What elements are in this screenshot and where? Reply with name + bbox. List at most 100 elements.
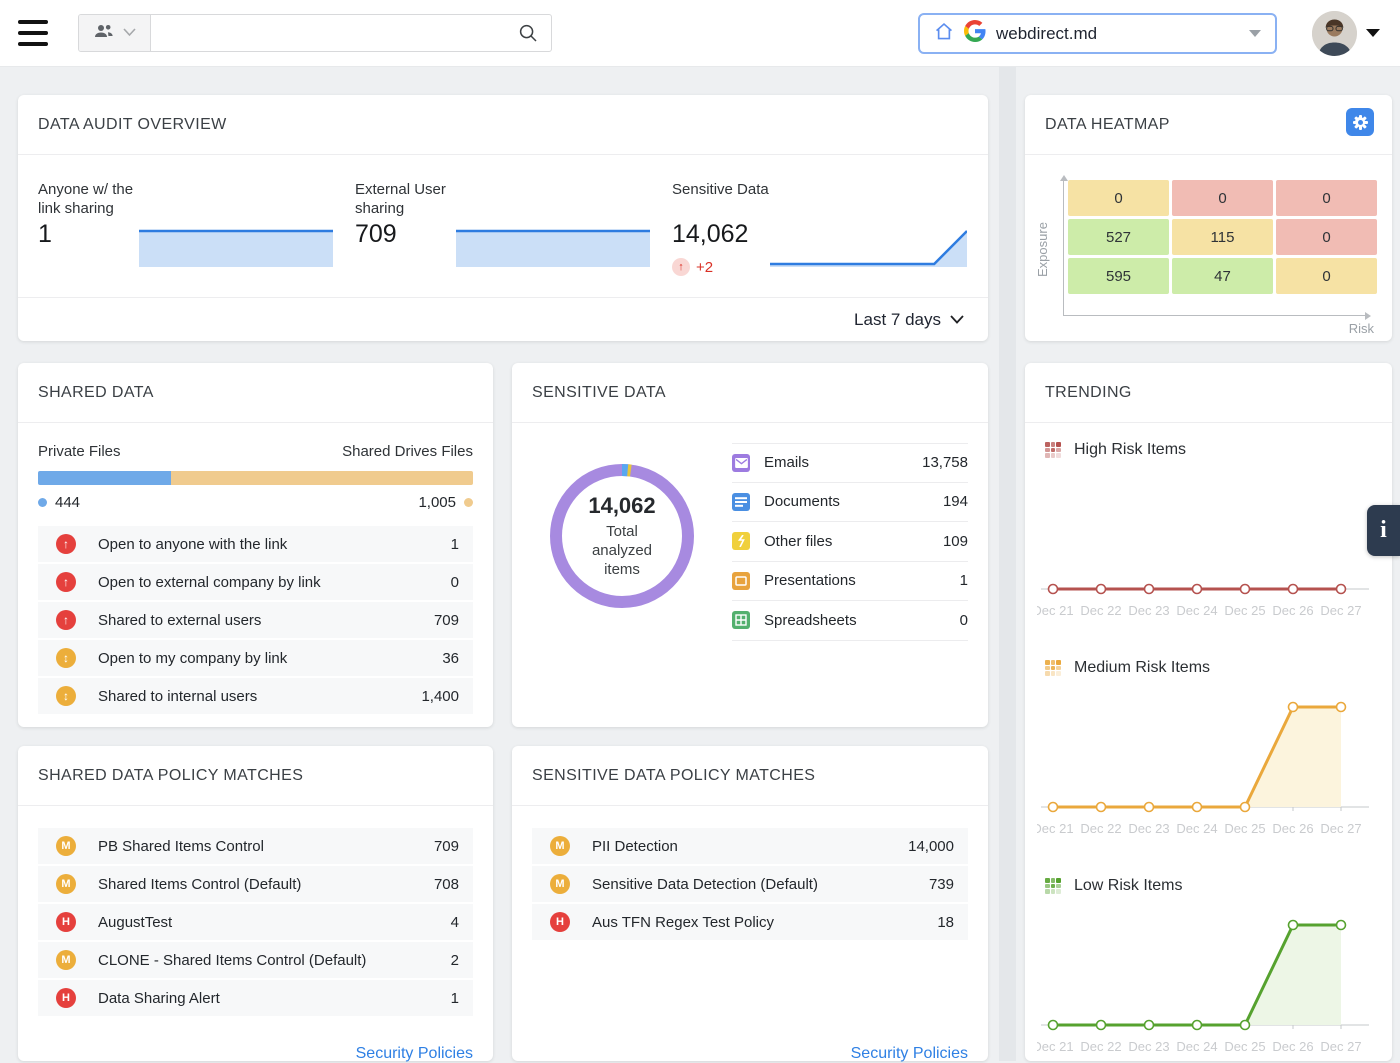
search-bar [78,14,552,52]
policy-row[interactable]: MShared Items Control (Default)708 [38,866,473,902]
sensitive-data-list: Emails13,758Documents194Other files109Pr… [732,443,968,641]
gear-icon [1353,115,1368,130]
hamburger-menu-icon[interactable] [18,20,48,46]
heatmap-cell[interactable]: 595 [1068,258,1169,294]
policy-row[interactable]: H Data Sharing Alert 1 [38,980,473,1016]
sensitive-type-row[interactable]: Documents194 [732,483,968,523]
security-policies-link[interactable]: Security Policies [851,1045,968,1063]
search-input[interactable] [151,15,505,51]
presentations-icon [732,572,750,590]
heatmap-settings-button[interactable] [1346,108,1374,136]
metric-label: Sensitive Data [672,180,790,199]
arrow-up-icon: ↑ [672,258,690,276]
row-label: Presentations [764,572,856,589]
heatmap-cell[interactable]: 0 [1068,180,1169,216]
trend-label: Medium Risk Items [1074,659,1210,677]
shared-data-row[interactable]: ↕Shared to internal users1,400 [38,678,473,714]
domain-selector[interactable]: webdirect.md [918,13,1277,54]
other-icon [732,532,750,550]
row-label: Open to anyone with the link [98,536,287,553]
shared-data-row[interactable]: ↑Shared to external users709 [38,602,473,638]
heatmap-cell[interactable]: 0 [1172,180,1273,216]
row-label: Spreadsheets [764,612,857,629]
heatmap-cell[interactable]: 115 [1172,219,1273,255]
policy-row[interactable]: HAugustTest4 [38,904,473,940]
trending-card: TRENDING High Risk Items Dec 21Dec 22Dec… [1025,363,1392,1061]
medium-risk-chart: Dec 21Dec 22Dec 23Dec 24Dec 25Dec 26Dec … [1037,687,1373,845]
time-range-label: Last 7 days [854,310,941,330]
heatmap-y-axis-label: Exposure [1035,195,1050,305]
row-label: Open to my company by link [98,650,287,667]
card-title: DATA HEATMAP [1025,95,1392,155]
shared-data-row[interactable]: ↑Open to anyone with the link1 [38,526,473,562]
arrow-up-icon: ↑ [56,534,76,554]
sensitive-type-row[interactable]: Emails13,758 [732,443,968,483]
search-icon[interactable] [505,15,551,51]
metric-value: 14,062 [672,220,748,249]
user-menu-caret-icon[interactable] [1366,29,1380,37]
shared-drives-segment [171,471,473,485]
donut-total-value: 14,062 [588,493,655,519]
shared-drives-label: Shared Drives Files [342,443,473,460]
sensitive-type-row[interactable]: Presentations1 [732,562,968,602]
row-value: 2 [451,952,459,969]
metric-external-user-sharing: External User sharing 709 [355,180,655,218]
severity-M-icon: M [56,836,76,856]
policy-row[interactable]: MPB Shared Items Control709 [38,828,473,864]
row-value: 18 [937,914,954,931]
card-title: DATA AUDIT OVERVIEW [18,95,988,155]
metric-sensitive-data: Sensitive Data 14,062 ↑ +2 [672,180,972,199]
policy-row[interactable]: MPII Detection14,000 [532,828,968,864]
row-value: 109 [943,533,968,550]
heatmap-x-axis [1063,315,1369,316]
policy-row[interactable]: HAus TFN Regex Test Policy18 [532,904,968,940]
avatar[interactable] [1312,11,1357,56]
row-value: 194 [943,493,968,510]
row-value: 1 [451,990,459,1007]
info-tab[interactable]: i [1367,505,1400,556]
arrows-vertical-icon: ↕ [56,686,76,706]
arrow-up-icon: ↑ [56,610,76,630]
heatmap-cell[interactable]: 527 [1068,219,1169,255]
google-logo-icon [964,20,986,47]
time-range-selector[interactable]: Last 7 days [18,297,988,341]
row-label: Data Sharing Alert [98,990,220,1007]
svg-text:Dec 27: Dec 27 [1320,821,1361,836]
files-ratio-bar [38,471,473,485]
shared-data-list: ↑Open to anyone with the link1↑Open to e… [38,526,473,714]
metric-anyone-link-sharing: Anyone w/ the link sharing 1 [38,180,338,218]
data-audit-overview-card: DATA AUDIT OVERVIEW Anyone w/ the link s… [18,95,988,341]
severity-H-icon: H [56,988,76,1008]
svg-text:Dec 22: Dec 22 [1080,603,1121,618]
row-value: 709 [434,838,459,855]
emails-icon [732,454,750,472]
users-icon [94,23,114,44]
svg-text:Dec 22: Dec 22 [1080,1039,1121,1054]
card-title: SENSITIVE DATA [512,363,988,423]
sensitive-data-card: SENSITIVE DATA 14,062 Total analyzed ite… [512,363,988,727]
svg-text:Dec 27: Dec 27 [1320,1039,1361,1054]
heatmap-cell[interactable]: 0 [1276,219,1377,255]
medium-risk-grid-icon [1045,660,1061,676]
svg-text:Dec 24: Dec 24 [1176,821,1217,836]
security-policies-link[interactable]: Security Policies [356,1045,473,1063]
shared-data-row[interactable]: ↕Open to my company by link36 [38,640,473,676]
row-value: 709 [434,612,459,629]
row-label: Sensitive Data Detection (Default) [592,876,818,893]
arrow-up-icon: ↑ [56,572,76,592]
svg-text:Dec 25: Dec 25 [1224,821,1265,836]
shared-data-row[interactable]: ↑Open to external company by link0 [38,564,473,600]
heatmap-cell[interactable]: 47 [1172,258,1273,294]
heatmap-cell[interactable]: 0 [1276,258,1377,294]
sensitive-type-row[interactable]: Spreadsheets0 [732,601,968,641]
heatmap-cell[interactable]: 0 [1276,180,1377,216]
row-label: Emails [764,454,809,471]
svg-text:Dec 26: Dec 26 [1272,1039,1313,1054]
policy-row[interactable]: MCLONE - Shared Items Control (Default)2 [38,942,473,978]
sensitive-type-row[interactable]: Other files109 [732,522,968,562]
spreadsheets-icon [732,611,750,629]
search-scope-selector[interactable] [79,15,151,51]
trending-section-medium-risk: Medium Risk Items Dec 21Dec 22Dec 23Dec … [1025,659,1392,845]
policy-row[interactable]: MSensitive Data Detection (Default)739 [532,866,968,902]
topbar: webdirect.md [0,0,1400,67]
